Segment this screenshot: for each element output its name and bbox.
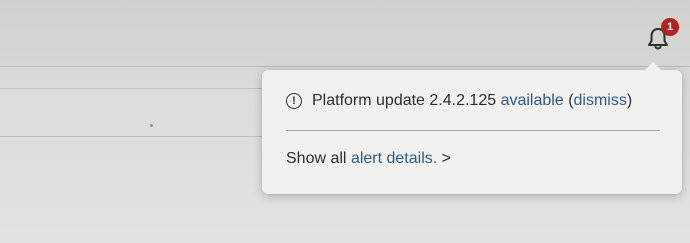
content-divider: [0, 136, 262, 137]
alert-message: Platform update 2.4.2.125: [312, 92, 497, 109]
available-link[interactable]: available: [501, 92, 564, 110]
top-header-bar: [0, 0, 690, 67]
alert-details-link[interactable]: alert details.: [351, 150, 437, 167]
notifications-popover: ! Platform update 2.4.2.125 available (d…: [262, 62, 682, 194]
dismiss-link[interactable]: dismiss: [574, 92, 627, 110]
alert-item: ! Platform update 2.4.2.125 available (d…: [286, 92, 632, 110]
show-all-prefix: Show all: [286, 150, 347, 167]
popover-divider: [286, 130, 660, 131]
info-circle-icon: !: [286, 93, 302, 109]
show-all-alerts-row: Show all alert details. >: [286, 150, 451, 168]
notification-count-badge: 1: [661, 18, 679, 36]
screen-speck: [150, 124, 153, 127]
content-divider: [0, 88, 262, 89]
chevron-right-icon[interactable]: >: [442, 150, 451, 167]
popover-arrow: [644, 62, 662, 71]
notifications-button[interactable]: 1: [643, 18, 679, 52]
dismiss-close-paren: ): [626, 92, 633, 109]
